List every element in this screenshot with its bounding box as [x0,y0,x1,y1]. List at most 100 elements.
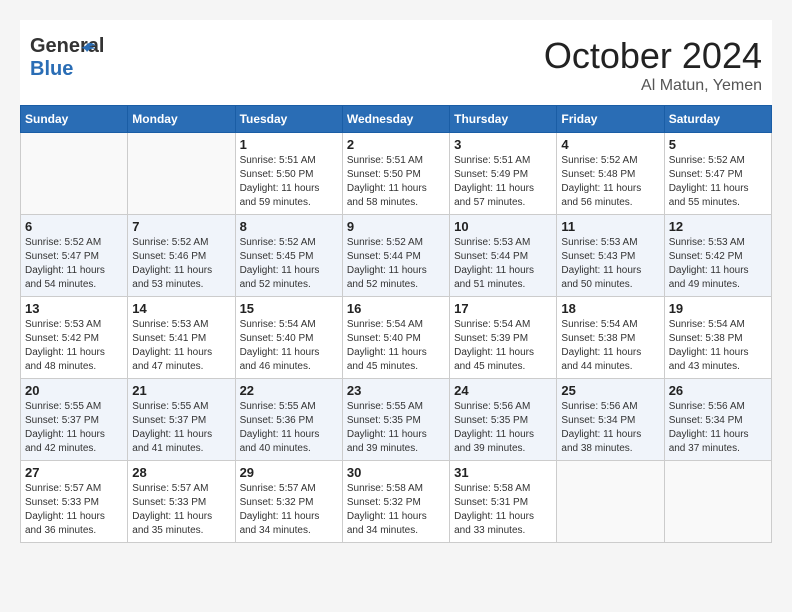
day-info: Sunrise: 5:52 AMSunset: 5:44 PMDaylight:… [347,236,445,292]
calendar-cell: 7Sunrise: 5:52 AMSunset: 5:46 PMDaylight… [128,215,235,297]
calendar-cell: 16 Sunrise: 5:54 AMSunset: 5:40 PMDayligh… [342,297,449,379]
day-number: 12 [669,219,767,234]
logo: General Blue [30,35,80,75]
calendar-cell: 18 Sunrise: 5:54 AMSunset: 5:38 PMDayligh… [557,297,664,379]
day-info: Sunrise: 5:57 AMSunset: 5:32 PMDaylight:… [240,482,338,538]
calendar-day-header: Tuesday [235,106,342,133]
calendar-cell: 24Sunrise: 5:56 AMSunset: 5:35 PMDayligh… [450,379,557,461]
day-number: 15 [240,301,338,316]
calendar-cell: 29 Sunrise: 5:57 AMSunset: 5:32 PMDayligh… [235,461,342,543]
calendar-cell [664,461,771,543]
calendar-week-row: 27 Sunrise: 5:57 AMSunset: 5:33 PMDayligh… [21,461,772,543]
logo-bird-icon [76,40,98,62]
calendar-cell: 13Sunrise: 5:53 AMSunset: 5:42 PMDayligh… [21,297,128,379]
calendar-header-row: SundayMondayTuesdayWednesdayThursdayFrid… [21,106,772,133]
day-number: 19 [669,301,767,316]
day-number: 4 [561,137,659,152]
day-number: 1 [240,137,338,152]
day-number: 22 [240,383,338,398]
day-info: Sunrise: 5:55 AMSunset: 5:37 PMDaylight:… [132,400,230,456]
calendar-cell: 2 Sunrise: 5:51 AMSunset: 5:50 PMDaylight… [342,133,449,215]
day-number: 2 [347,137,445,152]
day-number: 21 [132,383,230,398]
day-info: Sunrise: 5:54 AMSunset: 5:40 PMDaylight:… [347,318,445,374]
calendar-week-row: 6Sunrise: 5:52 AMSunset: 5:47 PMDaylight… [21,215,772,297]
day-number: 18 [561,301,659,316]
day-number: 27 [25,465,123,480]
day-number: 31 [454,465,552,480]
location-title: Al Matun, Yemen [544,77,762,95]
day-info: Sunrise: 5:58 AMSunset: 5:32 PMDaylight:… [347,482,445,538]
day-info: Sunrise: 5:54 AMSunset: 5:38 PMDaylight:… [669,318,767,374]
day-info: Sunrise: 5:52 AMSunset: 5:46 PMDaylight:… [132,236,230,292]
calendar-cell [557,461,664,543]
day-number: 28 [132,465,230,480]
day-info: Sunrise: 5:52 AMSunset: 5:47 PMDaylight:… [669,154,767,210]
calendar-cell: 21 Sunrise: 5:55 AMSunset: 5:37 PMDayligh… [128,379,235,461]
calendar-cell: 26 Sunrise: 5:56 AMSunset: 5:34 PMDayligh… [664,379,771,461]
calendar-cell: 23 Sunrise: 5:55 AMSunset: 5:35 PMDayligh… [342,379,449,461]
day-info: Sunrise: 5:56 AMSunset: 5:34 PMDaylight:… [561,400,659,456]
day-info: Sunrise: 5:53 AMSunset: 5:43 PMDaylight:… [561,236,659,292]
day-info: Sunrise: 5:55 AMSunset: 5:36 PMDaylight:… [240,400,338,456]
calendar-cell: 27Sunrise: 5:57 AMSunset: 5:33 PMDayligh… [21,461,128,543]
day-number: 25 [561,383,659,398]
calendar-cell: 12 Sunrise: 5:53 AMSunset: 5:42 PMDayligh… [664,215,771,297]
day-info: Sunrise: 5:52 AMSunset: 5:47 PMDaylight:… [25,236,123,292]
day-info: Sunrise: 5:51 AMSunset: 5:50 PMDaylight:… [240,154,338,210]
calendar-cell [21,133,128,215]
day-info: Sunrise: 5:54 AMSunset: 5:38 PMDaylight:… [561,318,659,374]
calendar-cell: 11 Sunrise: 5:53 AMSunset: 5:43 PMDayligh… [557,215,664,297]
day-number: 29 [240,465,338,480]
calendar-cell: 20 Sunrise: 5:55 AMSunset: 5:37 PMDayligh… [21,379,128,461]
day-info: Sunrise: 5:51 AMSunset: 5:50 PMDaylight:… [347,154,445,210]
calendar-day-header: Monday [128,106,235,133]
title-section: October 2024 Al Matun, Yemen [544,35,762,95]
day-info: Sunrise: 5:58 AMSunset: 5:31 PMDaylight:… [454,482,552,538]
calendar-day-header: Sunday [21,106,128,133]
calendar-day-header: Wednesday [342,106,449,133]
day-info: Sunrise: 5:57 AMSunset: 5:33 PMDaylight:… [132,482,230,538]
calendar-cell: 3 Sunrise: 5:51 AMSunset: 5:49 PMDaylight… [450,133,557,215]
day-info: Sunrise: 5:52 AMSunset: 5:45 PMDaylight:… [240,236,338,292]
day-number: 23 [347,383,445,398]
day-info: Sunrise: 5:51 AMSunset: 5:49 PMDaylight:… [454,154,552,210]
calendar-week-row: 1 Sunrise: 5:51 AMSunset: 5:50 PMDaylight… [21,133,772,215]
logo-blue: Blue [30,58,73,80]
day-number: 9 [347,219,445,234]
day-info: Sunrise: 5:53 AMSunset: 5:42 PMDaylight:… [25,318,123,374]
calendar-cell: 5 Sunrise: 5:52 AMSunset: 5:47 PMDaylight… [664,133,771,215]
day-number: 20 [25,383,123,398]
day-number: 10 [454,219,552,234]
day-number: 3 [454,137,552,152]
calendar-cell: 4Sunrise: 5:52 AMSunset: 5:48 PMDaylight… [557,133,664,215]
day-info: Sunrise: 5:56 AMSunset: 5:35 PMDaylight:… [454,400,552,456]
calendar-cell: 28 Sunrise: 5:57 AMSunset: 5:33 PMDayligh… [128,461,235,543]
day-number: 5 [669,137,767,152]
day-number: 16 [347,301,445,316]
day-info: Sunrise: 5:56 AMSunset: 5:34 PMDaylight:… [669,400,767,456]
calendar-week-row: 20 Sunrise: 5:55 AMSunset: 5:37 PMDayligh… [21,379,772,461]
day-info: Sunrise: 5:54 AMSunset: 5:40 PMDaylight:… [240,318,338,374]
calendar-cell: 19 Sunrise: 5:54 AMSunset: 5:38 PMDayligh… [664,297,771,379]
calendar-cell: 8 Sunrise: 5:52 AMSunset: 5:45 PMDaylight… [235,215,342,297]
calendar-day-header: Friday [557,106,664,133]
calendar-cell: 31 Sunrise: 5:58 AMSunset: 5:31 PMDayligh… [450,461,557,543]
day-number: 8 [240,219,338,234]
day-number: 26 [669,383,767,398]
calendar-container: General Blue October 2024 Al Matun, Yeme… [20,20,772,543]
calendar-day-header: Saturday [664,106,771,133]
month-title: October 2024 [544,35,762,77]
day-info: Sunrise: 5:55 AMSunset: 5:35 PMDaylight:… [347,400,445,456]
calendar-cell: 25 Sunrise: 5:56 AMSunset: 5:34 PMDayligh… [557,379,664,461]
day-number: 11 [561,219,659,234]
calendar-cell: 30Sunrise: 5:58 AMSunset: 5:32 PMDayligh… [342,461,449,543]
calendar-cell: 22 Sunrise: 5:55 AMSunset: 5:36 PMDayligh… [235,379,342,461]
calendar-cell: 10 Sunrise: 5:53 AMSunset: 5:44 PMDayligh… [450,215,557,297]
day-info: Sunrise: 5:55 AMSunset: 5:37 PMDaylight:… [25,400,123,456]
calendar-cell: 9 Sunrise: 5:52 AMSunset: 5:44 PMDaylight… [342,215,449,297]
day-info: Sunrise: 5:53 AMSunset: 5:44 PMDaylight:… [454,236,552,292]
calendar-cell: 17Sunrise: 5:54 AMSunset: 5:39 PMDayligh… [450,297,557,379]
calendar-table: SundayMondayTuesdayWednesdayThursdayFrid… [20,105,772,543]
day-info: Sunrise: 5:53 AMSunset: 5:42 PMDaylight:… [669,236,767,292]
